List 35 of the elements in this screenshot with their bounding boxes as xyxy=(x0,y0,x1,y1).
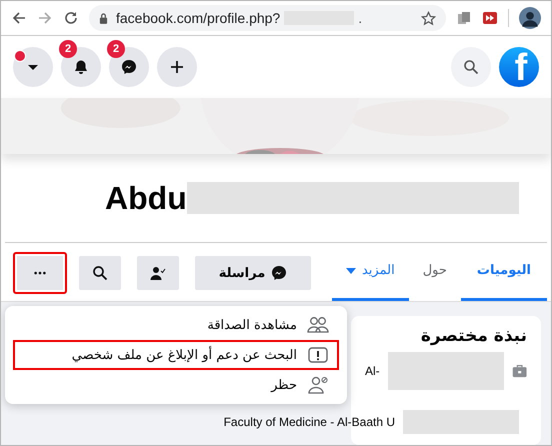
caret-icon xyxy=(346,268,356,274)
create-button[interactable] xyxy=(157,47,197,87)
messenger-icon xyxy=(121,59,137,75)
plus-icon xyxy=(169,59,185,75)
bell-icon xyxy=(73,59,89,75)
intro-text: Al- xyxy=(365,364,380,378)
search-icon xyxy=(92,265,108,281)
back-icon[interactable] xyxy=(11,10,27,26)
people-icon xyxy=(307,316,329,334)
person-block-icon xyxy=(307,376,329,394)
star-icon[interactable] xyxy=(421,10,436,26)
menu-item[interactable]: البحث عن دعم أو الإبلاغ عن ملف شخصي xyxy=(13,340,339,370)
lock-icon xyxy=(99,12,108,24)
briefcase-icon xyxy=(512,362,527,380)
extension-icon[interactable] xyxy=(456,10,472,26)
extension-icon[interactable] xyxy=(482,10,498,26)
menu-item[interactable]: مشاهدة الصداقة xyxy=(13,310,339,340)
warning-icon xyxy=(307,346,329,364)
more-button[interactable] xyxy=(13,252,67,294)
intro-text: Faculty of Medicine - Al-Baath U xyxy=(224,415,395,429)
card-title: نبذة مختصرة xyxy=(420,326,527,346)
avatar-icon[interactable] xyxy=(519,7,541,29)
more-icon xyxy=(33,271,47,275)
address-bar[interactable]: facebook.com/profile.php? . xyxy=(89,5,446,31)
friend-check-icon xyxy=(150,265,166,281)
search-button[interactable] xyxy=(451,47,491,87)
messenger-icon xyxy=(271,265,288,281)
reload-icon[interactable] xyxy=(63,10,79,26)
menu-item[interactable]: حظر xyxy=(13,370,339,400)
search-icon xyxy=(463,59,479,75)
account-button[interactable] xyxy=(13,47,53,87)
profile-tab[interactable]: حول xyxy=(408,243,461,301)
count-badge: 2 xyxy=(107,40,125,58)
count-badge: 2 xyxy=(59,40,77,58)
profile-name: Abdu xyxy=(105,180,187,216)
